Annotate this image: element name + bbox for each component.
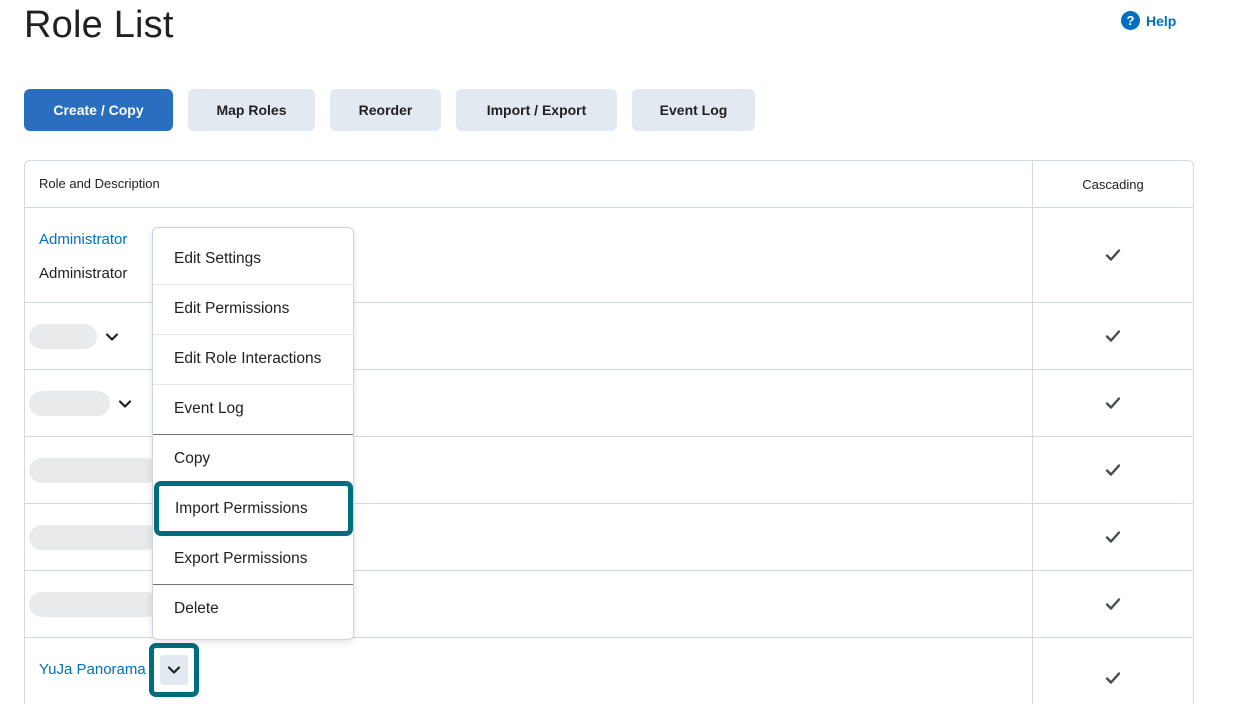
role-name-placeholder: [29, 592, 159, 617]
role-name-placeholder: [29, 525, 159, 550]
role-description: Administrator: [39, 265, 128, 282]
check-icon: [1105, 330, 1121, 342]
table-header-row: Role and Description Cascading: [25, 161, 1193, 208]
role-name-link[interactable]: YuJa Panorama: [39, 661, 146, 678]
map-roles-button[interactable]: Map Roles: [188, 89, 315, 131]
table-row: YuJa Panorama: [25, 638, 1193, 704]
check-icon: [1105, 671, 1121, 684]
menu-item-edit-settings[interactable]: Edit Settings: [153, 234, 353, 284]
help-link[interactable]: ? Help: [1121, 11, 1176, 30]
role-actions-dropdown-button[interactable]: [149, 643, 199, 697]
role-description-header: Role and Description: [39, 176, 160, 191]
help-circle-icon: ?: [1121, 11, 1140, 30]
toolbar: Create / Copy Map Roles Reorder Import /…: [24, 89, 755, 131]
chevron-down-icon: [167, 666, 181, 674]
reorder-button[interactable]: Reorder: [330, 89, 441, 131]
menu-item-event-log[interactable]: Event Log: [153, 384, 353, 434]
chevron-down-icon[interactable]: [117, 396, 133, 412]
check-icon: [1105, 598, 1121, 610]
menu-item-edit-permissions[interactable]: Edit Permissions: [153, 284, 353, 334]
menu-item-delete[interactable]: Delete: [153, 584, 353, 634]
menu-item-export-permissions[interactable]: Export Permissions: [153, 534, 353, 584]
check-icon: [1105, 531, 1121, 543]
role-name-placeholder: [29, 458, 159, 483]
role-name-placeholder: [29, 391, 110, 416]
page-title: Role List: [24, 4, 174, 46]
check-icon: [1105, 249, 1121, 261]
help-label: Help: [1146, 12, 1177, 29]
check-icon: [1105, 464, 1121, 476]
menu-item-copy[interactable]: Copy: [153, 434, 353, 484]
menu-item-import-permissions[interactable]: Import Permissions: [154, 481, 353, 536]
cascading-header: Cascading: [1082, 176, 1144, 192]
create-copy-button[interactable]: Create / Copy: [24, 89, 173, 131]
menu-item-edit-role-interactions[interactable]: Edit Role Interactions: [153, 334, 353, 384]
role-name-placeholder: [29, 324, 97, 349]
chevron-down-icon[interactable]: [104, 329, 120, 345]
check-icon: [1105, 397, 1121, 409]
import-export-button[interactable]: Import / Export: [456, 89, 617, 131]
role-name-link[interactable]: Administrator: [39, 231, 127, 248]
role-actions-menu: Edit Settings Edit Permissions Edit Role…: [152, 227, 354, 640]
event-log-button[interactable]: Event Log: [632, 89, 755, 131]
